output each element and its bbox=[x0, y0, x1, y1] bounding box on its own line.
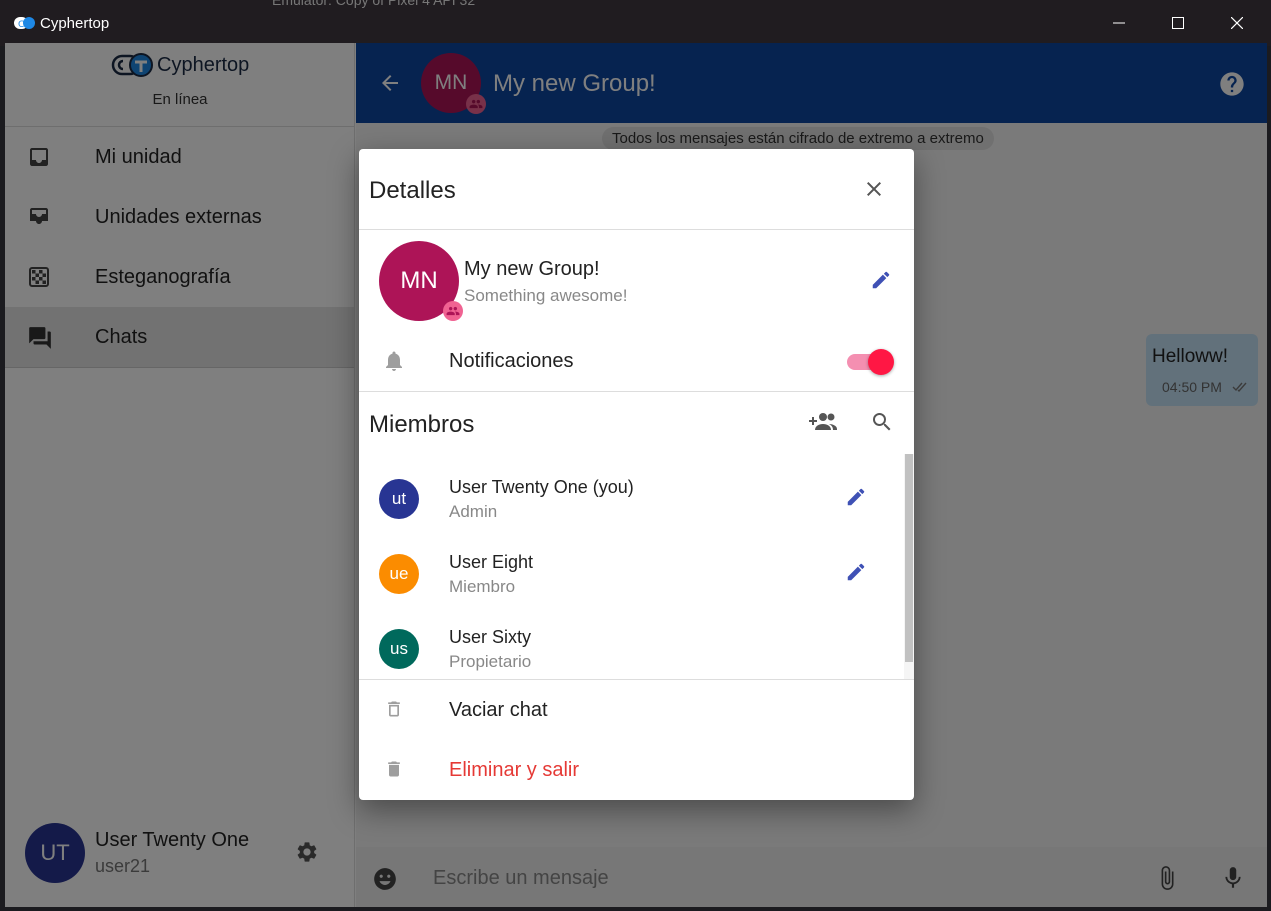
divider bbox=[359, 679, 914, 680]
edit-pencil-icon[interactable] bbox=[845, 561, 867, 583]
clear-chat-button[interactable]: Vaciar chat bbox=[449, 699, 548, 722]
divider bbox=[359, 391, 914, 392]
notifications-toggle[interactable] bbox=[847, 349, 894, 375]
member-name: User Sixty bbox=[449, 627, 532, 647]
member-avatar: ut bbox=[379, 479, 419, 519]
delete-and-leave-button[interactable]: Eliminar y salir bbox=[449, 759, 579, 782]
notifications-label: Notificaciones bbox=[449, 350, 574, 372]
window-title: Cyphertop bbox=[40, 15, 110, 32]
add-member-icon[interactable] bbox=[807, 411, 839, 433]
bell-icon bbox=[382, 348, 406, 374]
dialog-header: Detalles bbox=[359, 149, 914, 230]
scrollbar-thumb[interactable] bbox=[905, 454, 913, 662]
svg-text:C: C bbox=[18, 20, 24, 30]
trash-icon[interactable] bbox=[384, 757, 404, 781]
window-titlebar: Emulator: Copy of Pixel 4 API 32 C Cyphe… bbox=[0, 0, 1271, 46]
background-window-title: Emulator: Copy of Pixel 4 API 32 bbox=[272, 0, 476, 8]
search-icon[interactable] bbox=[870, 410, 894, 434]
edit-pencil-icon[interactable] bbox=[845, 486, 867, 508]
details-dialog: Detalles MN My new Group! Something awes… bbox=[359, 149, 914, 800]
maximize-button[interactable] bbox=[1149, 0, 1207, 46]
member-role: Propietario bbox=[449, 652, 532, 671]
group-description: Something awesome! bbox=[464, 286, 628, 305]
member-row[interactable]: us User Sixty Propietario bbox=[359, 604, 904, 679]
members-list[interactable]: ut User Twenty One (you) Admin ue User E… bbox=[359, 454, 914, 680]
group-badge-icon bbox=[443, 301, 463, 321]
app-logo-icon: C bbox=[14, 15, 36, 31]
group-name: My new Group! bbox=[464, 258, 600, 280]
member-row[interactable]: ut User Twenty One (you) Admin bbox=[359, 454, 904, 529]
edit-pencil-icon[interactable] bbox=[870, 269, 892, 291]
minimize-button[interactable] bbox=[1090, 0, 1148, 46]
toggle-knob bbox=[868, 349, 894, 375]
member-avatar: ue bbox=[379, 554, 419, 594]
member-avatar: us bbox=[379, 629, 419, 669]
close-icon[interactable] bbox=[862, 177, 886, 201]
trash-outline-icon[interactable] bbox=[384, 697, 404, 721]
member-role: Admin bbox=[449, 502, 498, 521]
members-title: Miembros bbox=[369, 411, 475, 438]
member-name: User Eight bbox=[449, 552, 534, 572]
close-window-button[interactable] bbox=[1208, 0, 1266, 46]
member-name: User Twenty One (you) bbox=[449, 477, 634, 497]
dialog-title: Detalles bbox=[369, 177, 456, 204]
member-row[interactable]: ue User Eight Miembro bbox=[359, 529, 904, 604]
members-scrollbar[interactable] bbox=[904, 454, 914, 680]
member-role: Miembro bbox=[449, 577, 516, 596]
